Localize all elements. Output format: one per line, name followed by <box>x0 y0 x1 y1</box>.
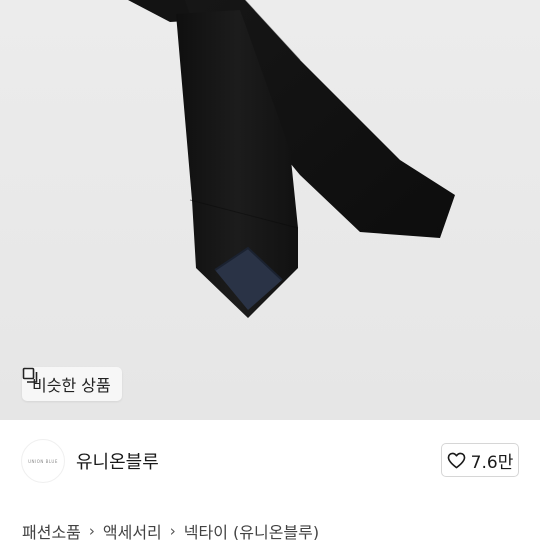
seller-avatar-text: UNION BLUE <box>28 458 58 464</box>
similar-items-label: 비슷한 상품 <box>32 376 111 395</box>
like-count: 7.6만 <box>470 452 514 473</box>
seller-name[interactable]: 유니온블루 <box>76 448 159 474</box>
seller-row: UNION BLUE 유니온블루 7.6만 <box>0 420 540 502</box>
like-button[interactable]: 7.6만 <box>441 443 519 477</box>
seller-avatar[interactable]: UNION BLUE <box>21 439 65 483</box>
chevron-right-icon: › <box>169 522 176 540</box>
product-detail-page: 비슷한 상품 UNION BLUE 유니온블루 7.6만 패션소품 › 액세서리… <box>0 0 540 540</box>
similar-items-button[interactable]: 비슷한 상품 <box>22 367 122 401</box>
necktie-photo <box>0 0 540 420</box>
breadcrumb-item-accessories[interactable]: 액세서리 <box>103 519 162 540</box>
heart-outline-icon <box>447 452 465 468</box>
breadcrumb-item-fashion-accessories[interactable]: 패션소품 <box>22 519 81 540</box>
breadcrumb-item-necktie[interactable]: 넥타이 (유니온블루) <box>184 519 319 540</box>
breadcrumb: 패션소품 › 액세서리 › 넥타이 (유니온블루) <box>22 519 319 540</box>
similar-items-icon <box>22 367 38 383</box>
product-image[interactable]: 비슷한 상품 <box>0 0 540 420</box>
chevron-right-icon: › <box>88 522 95 540</box>
